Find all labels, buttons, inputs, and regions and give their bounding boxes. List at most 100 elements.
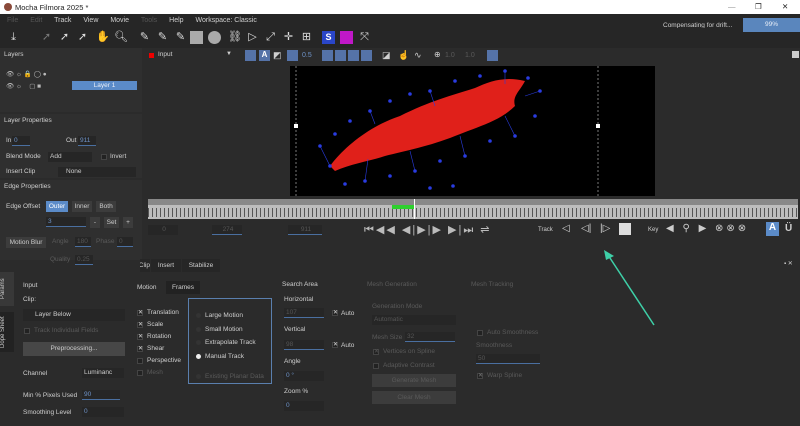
clear-mesh-button[interactable]: Clear Mesh bbox=[372, 391, 456, 404]
zoom-icon[interactable]: 🔍︎ bbox=[114, 31, 128, 44]
inner-button[interactable]: Inner bbox=[72, 201, 92, 212]
both-button[interactable]: Both bbox=[96, 201, 116, 212]
motion-translation-checkbox[interactable]: ✕ bbox=[137, 310, 143, 316]
vertical-auto-checkbox[interactable]: ✕ bbox=[332, 342, 338, 348]
surface-s-icon[interactable]: S bbox=[322, 31, 335, 44]
opacity-field[interactable]: 0.5 bbox=[302, 52, 312, 59]
preprocessing-button[interactable]: Preprocessing... bbox=[23, 342, 125, 356]
radio-small-motion[interactable] bbox=[196, 326, 201, 332]
angle-field[interactable]: 180 bbox=[75, 237, 91, 247]
track-fields-checkbox[interactable] bbox=[24, 328, 30, 334]
export-icon[interactable]: ⤓ bbox=[7, 31, 20, 44]
track-step-backward-icon[interactable]: ◁| bbox=[581, 223, 591, 234]
panel-menu-icon[interactable] bbox=[792, 51, 799, 58]
view-icon-1[interactable] bbox=[322, 50, 333, 61]
tab-stabilize[interactable]: Stabilize bbox=[182, 259, 220, 272]
phase-field[interactable]: 0 bbox=[117, 237, 133, 247]
add-point-icon[interactable]: ➚ bbox=[76, 31, 89, 44]
zoom-field-1[interactable]: 1.0 bbox=[445, 52, 455, 59]
link-icon[interactable]: ⛓ bbox=[228, 31, 242, 44]
layer-item-layer-1[interactable]: Layer 1 bbox=[72, 81, 137, 90]
warp-spline-checkbox[interactable]: ✕ bbox=[477, 373, 483, 379]
motion-mesh-checkbox[interactable] bbox=[137, 370, 143, 376]
vertical-field[interactable]: 98 bbox=[284, 340, 324, 350]
menu-movie[interactable]: Movie bbox=[110, 17, 129, 24]
surface-icon[interactable]: ▷ bbox=[246, 31, 259, 44]
playhead[interactable] bbox=[414, 199, 415, 219]
auto-key-icon[interactable]: A bbox=[766, 222, 779, 236]
side-tab-dope-sheet[interactable]: Dope Sheet bbox=[0, 312, 14, 352]
min-pixels-field[interactable]: 90 bbox=[82, 390, 120, 400]
view-icon-4[interactable] bbox=[361, 50, 372, 61]
overlay-icon[interactable]: ◩ bbox=[273, 50, 282, 61]
grid-magenta-icon[interactable] bbox=[340, 31, 353, 44]
motion-scale-checkbox[interactable]: ✕ bbox=[137, 322, 143, 328]
move-icon[interactable]: ✛ bbox=[282, 31, 295, 44]
select-tool-icon[interactable]: ➚ bbox=[40, 31, 53, 44]
brush-icon[interactable]: ✎ bbox=[174, 31, 187, 44]
minus-button[interactable]: - bbox=[90, 217, 100, 228]
info-icon[interactable] bbox=[487, 50, 498, 61]
menu-edit[interactable]: Edit bbox=[30, 17, 42, 24]
horizontal-field[interactable]: 107 bbox=[284, 308, 324, 318]
menu-file[interactable]: File bbox=[7, 17, 18, 24]
track-icon[interactable]: ◪ bbox=[382, 50, 391, 61]
menu-track[interactable]: Track bbox=[54, 17, 71, 24]
clip-select[interactable]: Input bbox=[158, 51, 233, 58]
scale-icon[interactable]: ⤢ bbox=[264, 31, 277, 44]
rgb-icon[interactable] bbox=[245, 50, 256, 61]
zoom-field-2[interactable]: 1.0 bbox=[465, 52, 475, 59]
track-forward-icon[interactable] bbox=[619, 223, 631, 235]
bezier-icon[interactable]: ✎ bbox=[156, 31, 169, 44]
quality-field[interactable]: 0.25 bbox=[75, 255, 93, 265]
minimize-button[interactable]: — bbox=[728, 2, 736, 11]
cursor-icon[interactable]: ☝ bbox=[398, 50, 409, 61]
fit-icon[interactable]: ⤧ bbox=[358, 31, 371, 44]
ellipse-icon[interactable] bbox=[208, 31, 221, 44]
edge-offset-field[interactable]: 3 bbox=[46, 217, 86, 227]
generation-mode-select[interactable]: Automatic bbox=[372, 315, 456, 325]
plus-button[interactable]: + bbox=[123, 217, 133, 228]
track-step-forward-icon[interactable]: |▷ bbox=[600, 223, 610, 234]
timeline[interactable] bbox=[148, 199, 798, 219]
mask-icon[interactable] bbox=[287, 50, 298, 61]
select-point-icon[interactable]: ➚ bbox=[58, 31, 71, 44]
radio-existing-planar-data[interactable] bbox=[196, 374, 201, 379]
track-backward-icon[interactable]: ◁ bbox=[562, 223, 570, 234]
motion-blur-button[interactable]: Motion Blur bbox=[6, 237, 46, 248]
smoothness-field[interactable]: 50 bbox=[476, 354, 540, 364]
transport-controls[interactable]: ⏮◀︎◀ ◀|▶|▶ ▶|⏭ ⇌ bbox=[364, 223, 492, 237]
invert-checkbox[interactable] bbox=[101, 154, 107, 160]
view-icon-3[interactable] bbox=[348, 50, 359, 61]
current-frame-field[interactable]: 274 bbox=[212, 225, 242, 235]
radio-extrapolate-track[interactable] bbox=[196, 340, 201, 345]
blend-mode-select[interactable]: Add bbox=[48, 152, 92, 162]
curve-icon[interactable]: ∿ bbox=[414, 50, 422, 61]
set-button[interactable]: Set bbox=[104, 217, 119, 228]
viewer-canvas[interactable] bbox=[142, 64, 800, 198]
radio-large-motion[interactable] bbox=[196, 313, 201, 318]
end-frame-field[interactable]: 911 bbox=[288, 225, 322, 235]
uber-key-icon[interactable]: Ü bbox=[785, 223, 792, 234]
mesh-size-field[interactable]: 32 bbox=[405, 332, 455, 342]
tab-clip[interactable]: Clip bbox=[140, 259, 150, 272]
zoom-field[interactable]: 0 bbox=[284, 401, 324, 411]
out-field[interactable]: 911 bbox=[78, 136, 96, 146]
key-controls[interactable]: ◀ ⚲ ▶ ⊗⊗⊗ bbox=[666, 223, 749, 234]
radio-manual-track[interactable] bbox=[196, 353, 201, 359]
vertices-on-spline-checkbox[interactable]: ✕ bbox=[373, 349, 379, 355]
input-clip-select[interactable]: Layer Below bbox=[23, 309, 125, 321]
menu-view[interactable]: View bbox=[83, 17, 98, 24]
outer-button[interactable]: Outer bbox=[46, 201, 68, 212]
angle-search-field[interactable]: 0 ° bbox=[284, 371, 324, 381]
tab-motion[interactable]: Motion bbox=[137, 284, 157, 291]
auto-smoothness-checkbox[interactable] bbox=[477, 330, 483, 336]
view-icon-2[interactable] bbox=[335, 50, 346, 61]
menu-tools[interactable]: Tools bbox=[141, 17, 157, 24]
close-button[interactable]: ✕ bbox=[782, 2, 788, 11]
channel-select[interactable]: Luminanc bbox=[82, 368, 124, 378]
zoom-viewer-icon[interactable]: ⊕ bbox=[434, 50, 441, 59]
workspace-selector[interactable]: Workspace: Classic bbox=[196, 17, 257, 24]
in-field[interactable]: 0 bbox=[12, 136, 30, 146]
maximize-button[interactable]: ❐ bbox=[755, 2, 762, 11]
